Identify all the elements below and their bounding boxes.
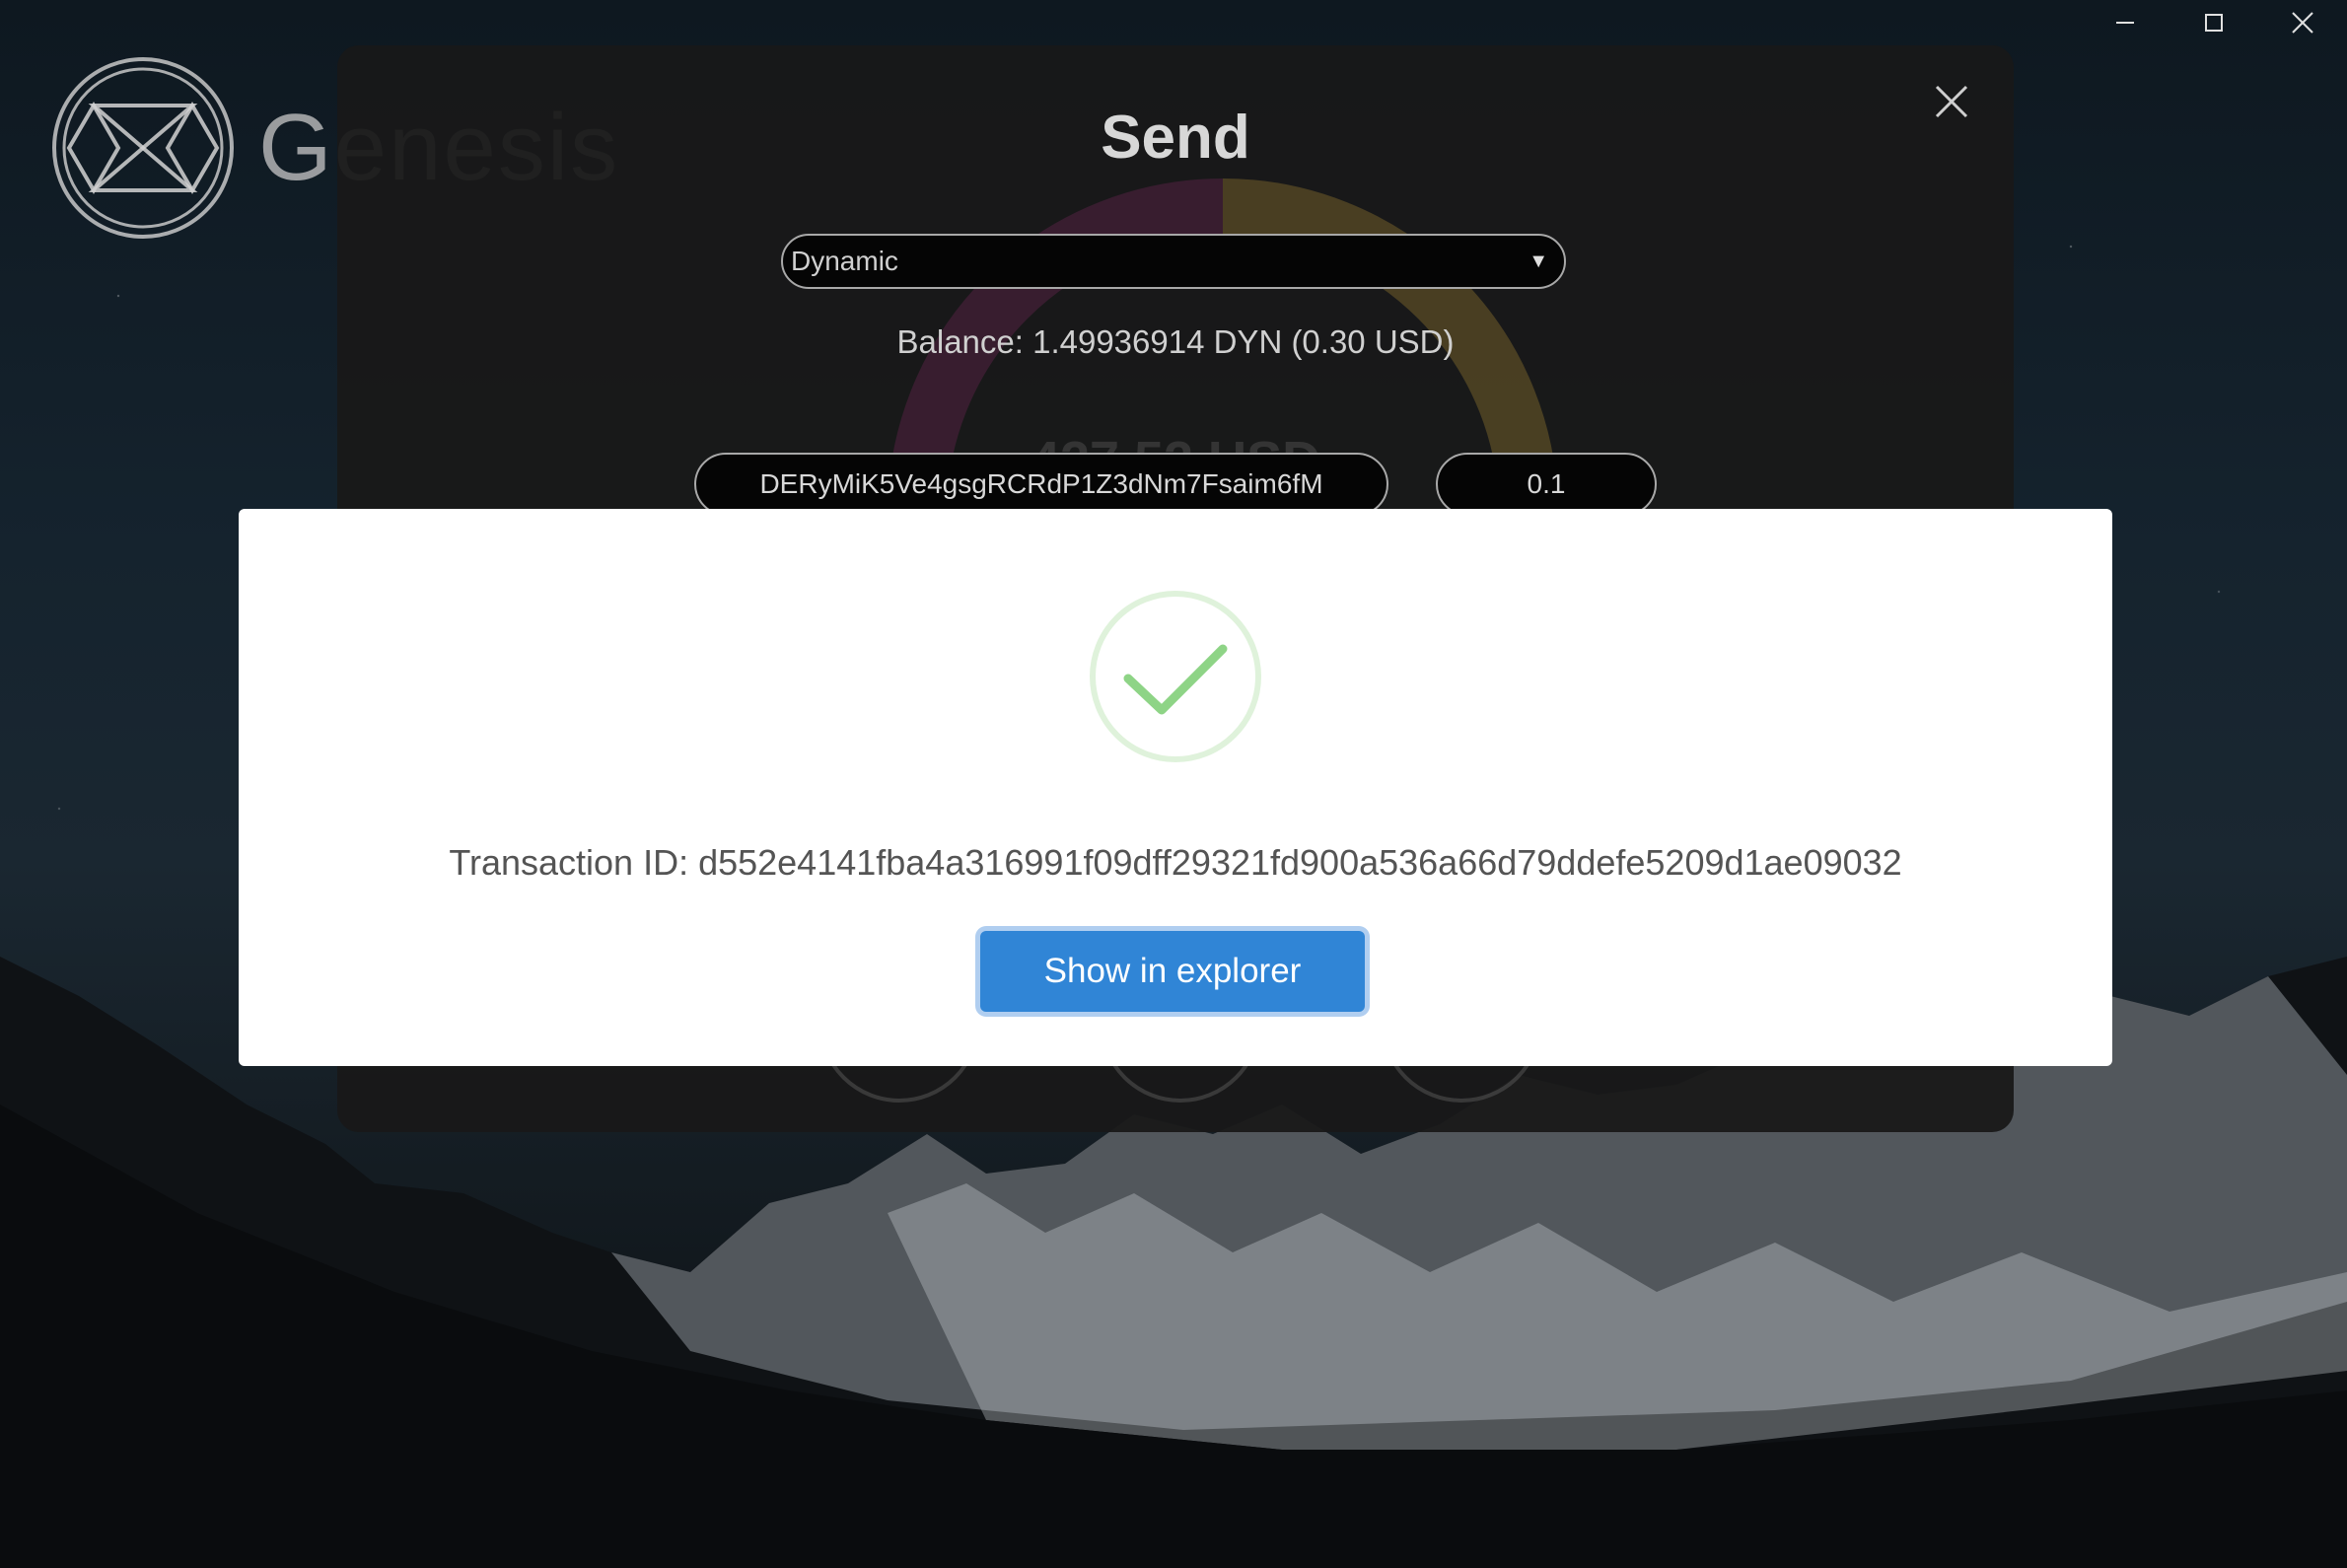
amount-input-value: 0.1: [1527, 468, 1566, 499]
genesis-logo-icon: [52, 57, 234, 239]
window-close-button[interactable]: [2258, 0, 2347, 45]
close-icon: [1935, 85, 1968, 118]
window-controls: [2081, 0, 2347, 45]
amount-input[interactable]: 0.1: [1436, 453, 1657, 516]
app-window: Genesis 427.52 USD Send Dynamic ▼ Balanc…: [0, 0, 2347, 1568]
minimize-icon: [2116, 22, 2134, 24]
maximize-icon: [2205, 14, 2223, 32]
send-close-button[interactable]: [1927, 77, 1976, 126]
close-icon: [2292, 12, 2313, 34]
minimize-button[interactable]: [2081, 0, 2169, 45]
transaction-success-modal: Transaction ID: d552e4141fba4a316991f09d…: [239, 509, 2112, 1066]
maximize-button[interactable]: [2169, 0, 2258, 45]
address-input-value: DERyMiK5Ve4gsgRCRdP1Z3dNm7Fsaim6fM: [759, 468, 1323, 499]
coin-select-value: Dynamic: [791, 246, 898, 276]
send-title: Send: [1101, 104, 1250, 172]
coin-select[interactable]: Dynamic ▼: [781, 234, 1566, 289]
address-input[interactable]: DERyMiK5Ve4gsgRCRdP1Z3dNm7Fsaim6fM: [694, 453, 1388, 516]
chevron-down-icon: ▼: [1529, 249, 1548, 272]
transaction-id-text: Transaction ID: d552e4141fba4a316991f09d…: [449, 842, 1902, 883]
balance-text: Balance: 1.49936914 DYN (0.30 USD): [896, 323, 1455, 360]
show-in-explorer-button[interactable]: Show in explorer: [980, 931, 1365, 1012]
success-check-icon: [1090, 591, 1261, 762]
